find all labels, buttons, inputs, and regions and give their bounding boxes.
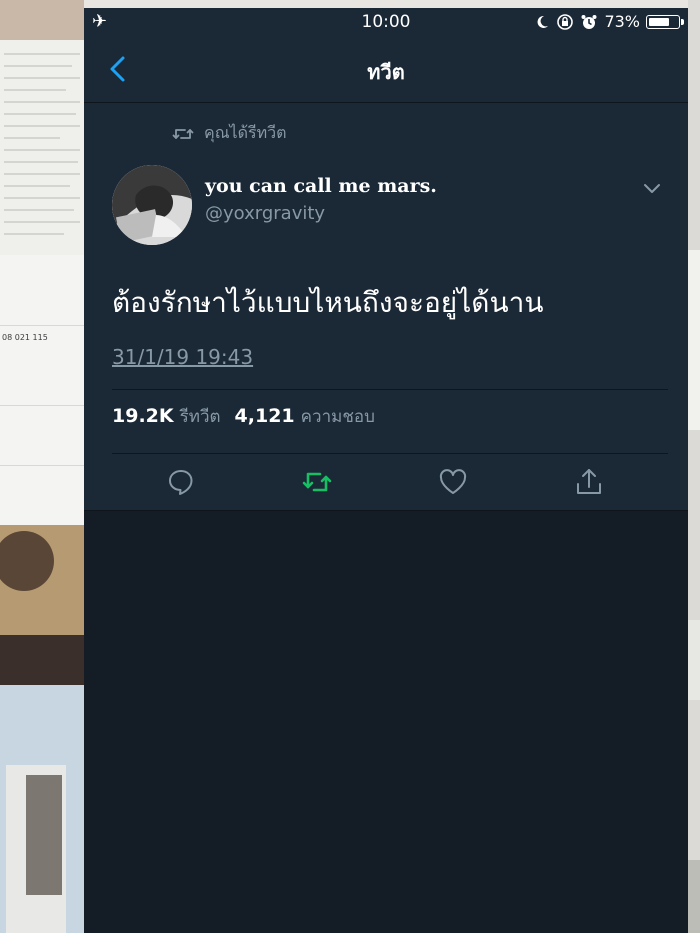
avatar[interactable] xyxy=(112,165,192,245)
background-document-lines xyxy=(4,53,80,235)
likes-label[interactable]: ความชอบ xyxy=(301,403,375,430)
background-photo-hat xyxy=(0,525,84,685)
battery-level-fill xyxy=(649,17,670,26)
page-title: ทวีต xyxy=(367,60,405,84)
background-photo xyxy=(0,0,84,40)
chevron-down-icon xyxy=(644,184,660,193)
share-button[interactable] xyxy=(573,466,605,498)
background-collage-left: 08 021 115 xyxy=(0,0,84,933)
avatar-photo xyxy=(112,165,192,245)
user-handle[interactable]: @yoxrgravity xyxy=(205,203,325,224)
like-button[interactable] xyxy=(437,466,469,498)
display-name[interactable]: you can call me mars. xyxy=(205,175,437,197)
status-icons: 73% xyxy=(534,12,684,31)
tweet-actions xyxy=(84,458,688,506)
tweet-menu-button[interactable] xyxy=(640,178,664,198)
retweets-label[interactable]: รีทวีต xyxy=(180,403,221,430)
tweet-detail: คุณได้รีทวีต you can call me mars. @yoxr… xyxy=(84,103,688,511)
background-form xyxy=(0,255,84,525)
retweet-context: คุณได้รีทวีต xyxy=(172,121,287,146)
retweet-button[interactable] xyxy=(301,466,333,498)
likes-count[interactable]: 4,121 xyxy=(235,405,295,427)
alarm-icon xyxy=(581,14,597,29)
heart-icon xyxy=(439,469,467,494)
divider xyxy=(112,453,668,454)
tweet-timestamp[interactable]: 31/1/19 19:43 xyxy=(112,345,253,369)
background-document xyxy=(0,40,84,255)
background-photo-building xyxy=(0,685,84,933)
twitter-app-screen: ✈ 10:00 73% ทวีต คุณได้รีทวีต you can ca… xyxy=(84,8,688,933)
retweet-icon xyxy=(302,472,332,492)
moon-icon xyxy=(537,15,549,28)
share-icon xyxy=(577,469,601,494)
navigation-bar: ทวีต xyxy=(84,36,688,103)
retweets-count[interactable]: 19.2K xyxy=(112,405,174,427)
retweet-small-icon xyxy=(172,128,194,139)
tweet-stats: 19.2K รีทวีต 4,121 ความชอบ xyxy=(112,403,389,430)
battery-icon xyxy=(646,14,684,29)
status-bar: ✈ 10:00 73% xyxy=(84,8,688,36)
rotation-lock-icon xyxy=(557,13,574,30)
divider xyxy=(112,389,668,390)
tweet-text: ต้องรักษาไว้แบบไหนถึงจะอยู่ได้นาน xyxy=(112,286,544,319)
battery-percent: 73% xyxy=(604,12,640,31)
background-phone-text: 08 021 115 xyxy=(2,333,48,342)
background-collage-right xyxy=(688,0,700,933)
reply-button[interactable] xyxy=(165,466,197,498)
retweet-context-label: คุณได้รีทวีต xyxy=(204,123,287,142)
reply-icon xyxy=(169,470,193,495)
